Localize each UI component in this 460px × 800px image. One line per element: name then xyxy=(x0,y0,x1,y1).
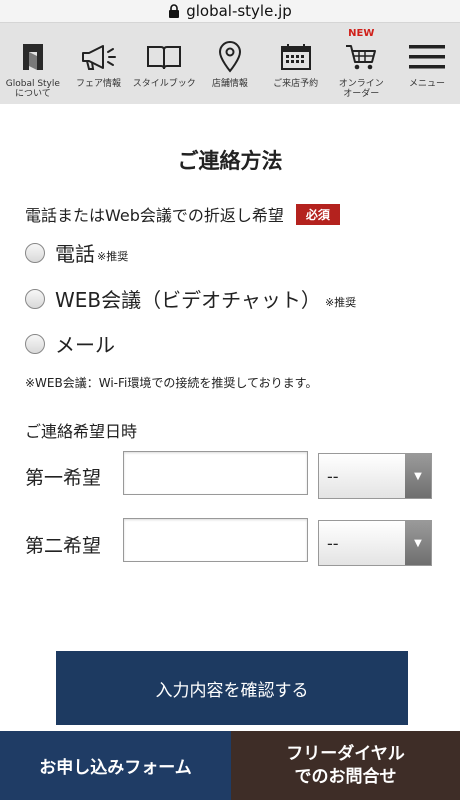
nav-label: スタイルブック xyxy=(132,79,196,89)
confirm-button[interactable]: 入力内容を確認する xyxy=(56,651,408,725)
nav-item-menu[interactable]: メニュー xyxy=(394,23,460,105)
url-text: global-style.jp xyxy=(186,2,292,20)
nav-label: フェア情報 xyxy=(76,79,122,89)
datetime-label: ご連絡希望日時 xyxy=(25,422,138,441)
nav-item-about[interactable]: Global Style について xyxy=(0,23,66,105)
logo-icon xyxy=(13,39,53,75)
radio-label: メール xyxy=(55,333,115,357)
nav-label: 店舗情報 xyxy=(211,79,248,89)
nav-label: ご来店予約 xyxy=(273,79,319,89)
callback-question-label: 電話またはWeb会議での折返し希望 xyxy=(25,206,284,225)
second-preference-label: 第二希望 xyxy=(25,535,102,557)
recommended-note: ※推奨 xyxy=(97,250,129,263)
radio-phone[interactable]: 電話 ※推奨 xyxy=(25,238,128,267)
radio-label: WEB会議（ビデオチャット） xyxy=(55,288,321,312)
nav-item-online-order[interactable]: NEW オンライン オーダー xyxy=(328,23,394,105)
recommended-note: ※推奨 xyxy=(324,296,357,309)
first-preference-time-select[interactable]: -- ▼ xyxy=(318,453,432,499)
application-form-label: お申し込みフォーム xyxy=(39,758,192,778)
required-badge: 必須 xyxy=(295,203,340,225)
free-dial-line1: フリーダイヤル xyxy=(286,743,405,764)
nav-item-shop[interactable]: 店舗情報 xyxy=(197,23,263,105)
second-preference-date-input[interactable] xyxy=(123,518,308,562)
select-value: -- xyxy=(327,533,339,553)
application-form-button[interactable]: お申し込みフォーム xyxy=(0,731,231,800)
nav-label: Global Style について xyxy=(5,79,60,99)
first-preference-date-input[interactable] xyxy=(123,451,308,495)
first-preference-label: 第一希望 xyxy=(25,467,102,489)
nav-label: メニュー xyxy=(408,79,445,89)
nav-item-stylebook[interactable]: スタイルブック xyxy=(131,23,197,105)
map-pin-icon xyxy=(210,39,250,75)
callback-question: 電話またはWeb会議での折返し希望 必須 xyxy=(25,202,340,226)
lock-icon xyxy=(169,4,180,18)
nav-item-fair[interactable]: フェア情報 xyxy=(66,23,132,105)
free-dial-button[interactable]: フリーダイヤル でのお問合せ xyxy=(231,731,460,800)
browser-url-bar[interactable]: global-style.jp xyxy=(0,0,460,22)
radio-button[interactable] xyxy=(25,333,45,354)
dropdown-arrow-icon: ▼ xyxy=(405,521,431,565)
page-title: ご連絡方法 xyxy=(177,149,283,173)
calendar-icon xyxy=(276,39,316,75)
radio-button[interactable] xyxy=(25,288,45,309)
radio-button[interactable] xyxy=(25,242,45,263)
megaphone-icon xyxy=(79,39,119,75)
radio-label: 電話 xyxy=(55,242,95,266)
cart-icon xyxy=(341,39,381,75)
nav-label: オンライン オーダー xyxy=(338,79,384,99)
nav-item-reservation[interactable]: ご来店予約 xyxy=(263,23,329,105)
dropdown-arrow-icon: ▼ xyxy=(405,454,431,498)
second-preference-time-select[interactable]: -- ▼ xyxy=(318,520,432,566)
radio-email[interactable]: メール xyxy=(25,329,115,358)
radio-web-meeting[interactable]: WEB会議（ビデオチャット） ※推奨 xyxy=(25,284,356,313)
select-value: -- xyxy=(327,466,339,486)
new-badge: NEW xyxy=(348,28,375,39)
web-meeting-note: ※WEB会議：Wi-Fi環境での接続を推奨しております。 xyxy=(25,376,318,390)
hamburger-icon xyxy=(407,39,447,75)
book-icon xyxy=(144,39,184,75)
free-dial-line2: でのお問合せ xyxy=(294,766,397,787)
top-nav: Global Style について フェア情報 スタイルブック 店舗情報 ご来店… xyxy=(0,22,460,104)
